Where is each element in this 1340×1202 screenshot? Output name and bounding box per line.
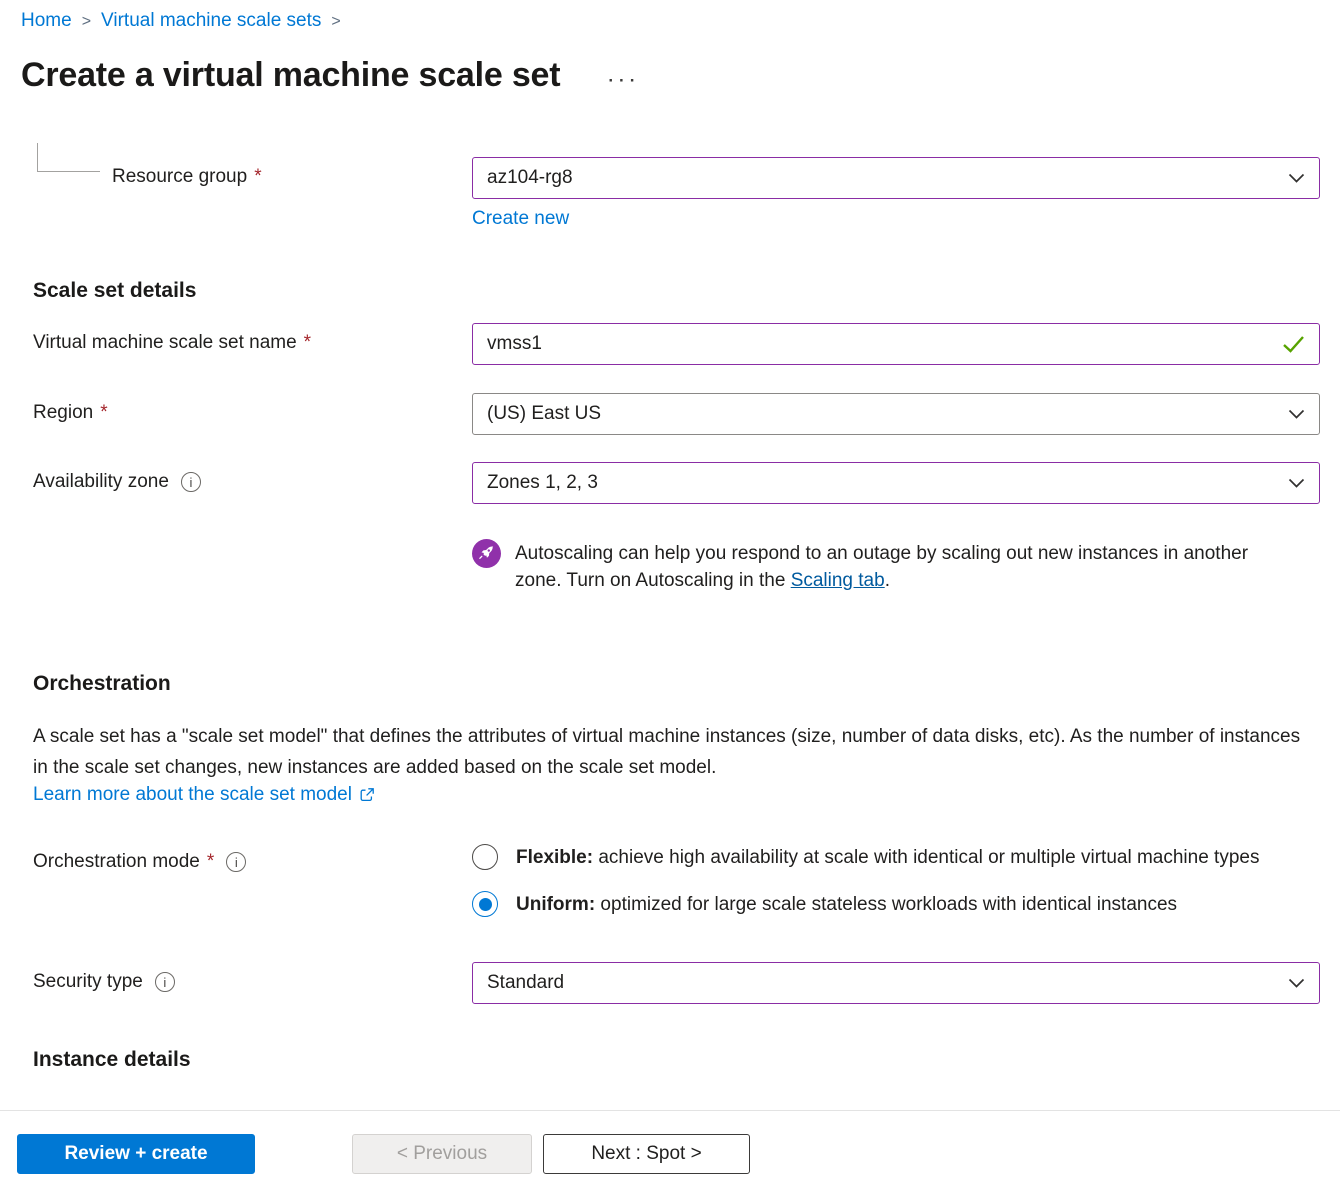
radio-dot: [479, 898, 492, 911]
external-link-icon: [359, 787, 375, 803]
availability-zone-row: Availability zone i Zones 1, 2, 3: [33, 462, 1320, 504]
create-form: Resource group * az104-rg8 Create new Sc…: [33, 157, 1320, 1072]
vmss-name-label: Virtual machine scale set name *: [33, 323, 472, 354]
chevron-down-icon: [1288, 173, 1305, 184]
availability-zone-dropdown[interactable]: Zones 1, 2, 3: [472, 462, 1320, 504]
required-asterisk: *: [100, 402, 107, 424]
orchestration-mode-row: Orchestration mode * i Flexible: achieve…: [33, 842, 1320, 920]
instance-details-heading: Instance details: [33, 1048, 1320, 1072]
security-type-label-text: Security type: [33, 971, 143, 993]
required-asterisk: *: [207, 851, 214, 873]
scale-set-details-heading: Scale set details: [33, 279, 1320, 303]
uniform-option-text: Uniform: optimized for large scale state…: [516, 889, 1177, 920]
region-label-text: Region: [33, 402, 93, 424]
vmss-name-field: [472, 323, 1320, 365]
radio-option-uniform[interactable]: Uniform: optimized for large scale state…: [472, 889, 1320, 920]
security-type-label: Security type i: [33, 962, 472, 993]
chevron-down-icon: [1288, 409, 1305, 420]
review-create-button[interactable]: Review + create: [17, 1134, 255, 1174]
region-dropdown[interactable]: (US) East US: [472, 393, 1320, 435]
breadcrumb-separator-icon: >: [82, 12, 91, 31]
vmss-name-label-text: Virtual machine scale set name: [33, 332, 297, 354]
page-title-row: Create a virtual machine scale set ···: [21, 56, 1320, 95]
region-row: Region * (US) East US: [33, 393, 1320, 435]
create-vmss-page: Home > Virtual machine scale sets > Crea…: [0, 0, 1340, 1072]
chevron-down-icon: [1288, 978, 1305, 989]
previous-button[interactable]: < Previous: [352, 1134, 532, 1174]
security-type-dropdown[interactable]: Standard: [472, 962, 1320, 1004]
security-type-value: Standard: [487, 972, 1278, 994]
next-spot-button[interactable]: Next : Spot >: [543, 1134, 750, 1174]
autoscaling-note-suffix: .: [885, 570, 890, 591]
security-type-row: Security type i Standard: [33, 962, 1320, 1004]
resource-group-value: az104-rg8: [487, 167, 1278, 189]
resource-group-row: Resource group * az104-rg8 Create new: [33, 157, 1320, 230]
autoscaling-note: Autoscaling can help you respond to an o…: [472, 539, 1320, 594]
region-label: Region *: [33, 393, 472, 424]
page-title: Create a virtual machine scale set: [21, 56, 560, 95]
breadcrumb-vmss-link[interactable]: Virtual machine scale sets: [101, 10, 321, 32]
flexible-option-text: Flexible: achieve high availability at s…: [516, 842, 1259, 873]
more-options-ellipsis-icon[interactable]: ···: [608, 61, 640, 91]
learn-more-line: Learn more about the scale set model: [33, 784, 1320, 806]
required-asterisk: *: [304, 332, 311, 354]
orchestration-description: A scale set has a "scale set model" that…: [33, 721, 1320, 783]
uniform-option-description: optimized for large scale stateless work…: [595, 894, 1177, 915]
radio-checked-icon[interactable]: [472, 891, 498, 917]
resource-group-dropdown[interactable]: az104-rg8: [472, 157, 1320, 199]
vmss-name-row: Virtual machine scale set name *: [33, 323, 1320, 365]
flexible-option-description: achieve high availability at scale with …: [593, 847, 1259, 868]
scaling-tab-link[interactable]: Scaling tab: [791, 570, 885, 591]
orchestration-mode-options: Flexible: achieve high availability at s…: [472, 842, 1320, 920]
breadcrumb-separator-icon: >: [331, 12, 340, 31]
footer-action-bar: Review + create < Previous Next : Spot >: [0, 1110, 1340, 1202]
resource-group-label-text: Resource group: [112, 166, 247, 188]
autoscaling-note-text: Autoscaling can help you respond to an o…: [515, 539, 1260, 594]
radio-unchecked-icon[interactable]: [472, 844, 498, 870]
orchestration-heading: Orchestration: [33, 672, 1320, 696]
checkmark-icon: [1282, 335, 1305, 353]
tree-connector: [37, 143, 100, 172]
orchestration-mode-label: Orchestration mode * i: [33, 842, 472, 873]
breadcrumb: Home > Virtual machine scale sets >: [21, 10, 1320, 32]
uniform-option-name: Uniform:: [516, 894, 595, 915]
availability-zone-value: Zones 1, 2, 3: [487, 472, 1278, 494]
info-icon[interactable]: i: [155, 972, 175, 992]
availability-zone-label-text: Availability zone: [33, 471, 169, 493]
rocket-icon: [472, 539, 501, 568]
availability-zone-label: Availability zone i: [33, 462, 472, 493]
create-new-resource-group-link[interactable]: Create new: [472, 208, 569, 230]
vmss-name-input[interactable]: [487, 324, 1272, 364]
region-value: (US) East US: [487, 403, 1278, 425]
info-icon[interactable]: i: [226, 852, 246, 872]
required-asterisk: *: [254, 166, 261, 188]
learn-more-link[interactable]: Learn more about the scale set model: [33, 784, 352, 806]
radio-option-flexible[interactable]: Flexible: achieve high availability at s…: [472, 842, 1320, 873]
resource-group-label: Resource group *: [33, 157, 472, 188]
info-icon[interactable]: i: [181, 472, 201, 492]
orchestration-mode-label-text: Orchestration mode: [33, 851, 200, 873]
breadcrumb-home-link[interactable]: Home: [21, 10, 72, 32]
chevron-down-icon: [1288, 478, 1305, 489]
flexible-option-name: Flexible:: [516, 847, 593, 868]
